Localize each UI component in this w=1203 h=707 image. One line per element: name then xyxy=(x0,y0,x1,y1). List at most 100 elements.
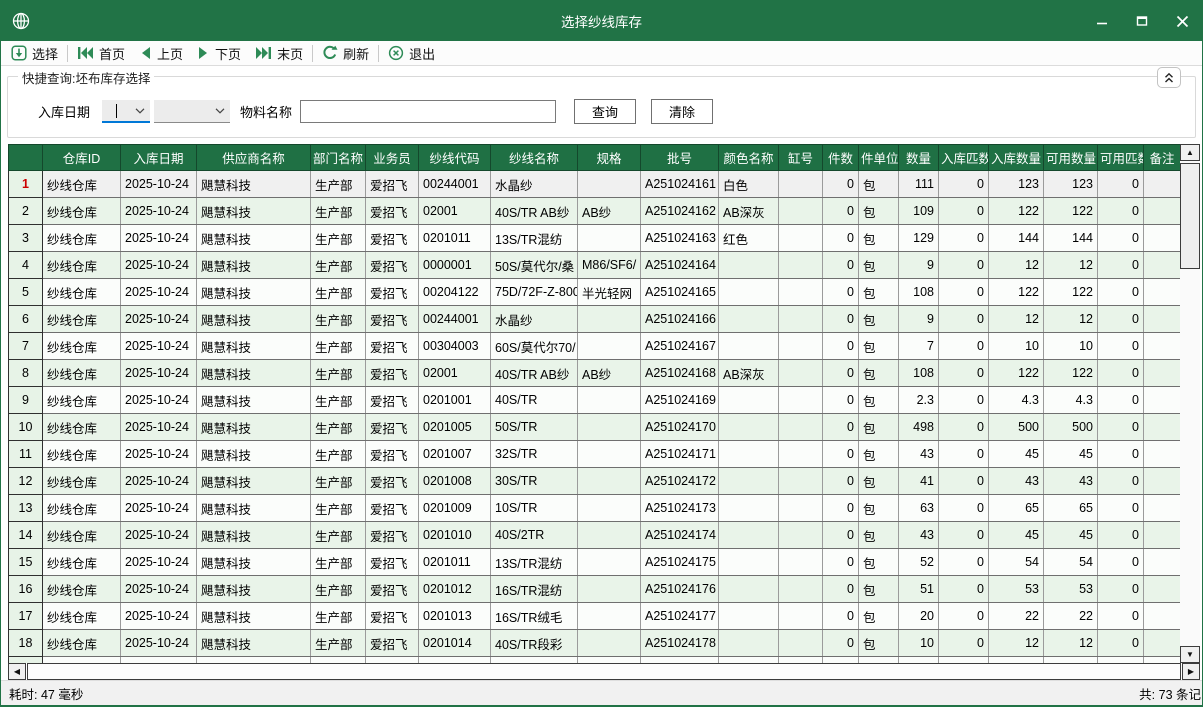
scroll-down-arrow[interactable]: ▼ xyxy=(1180,646,1200,663)
cell[interactable]: 123 xyxy=(1044,171,1098,198)
cell[interactable]: 包 xyxy=(859,576,899,603)
cell[interactable]: 包 xyxy=(859,441,899,468)
first-page-button[interactable]: 首页 xyxy=(70,41,132,65)
cell[interactable]: 10 xyxy=(899,630,939,657)
cell[interactable]: 43 xyxy=(899,522,939,549)
cell[interactable]: 包 xyxy=(859,279,899,306)
cell[interactable]: 0 xyxy=(823,387,859,414)
cell[interactable]: 生产部 xyxy=(311,468,366,495)
column-header[interactable]: 入库匹数 xyxy=(939,145,989,171)
cell[interactable] xyxy=(1144,279,1181,306)
cell[interactable]: 65 xyxy=(989,495,1044,522)
cell[interactable] xyxy=(779,306,823,333)
cell[interactable]: 包 xyxy=(859,387,899,414)
cell[interactable]: 0 xyxy=(823,495,859,522)
cell[interactable]: 2025-10-24 xyxy=(121,306,197,333)
cell[interactable]: 0 xyxy=(939,387,989,414)
cell[interactable]: 4.3 xyxy=(989,387,1044,414)
cell[interactable]: 纱线仓库 xyxy=(43,387,121,414)
row-number[interactable]: 14 xyxy=(9,522,43,549)
search-button[interactable]: 查询 xyxy=(574,99,636,124)
row-number[interactable]: 4 xyxy=(9,252,43,279)
cell[interactable]: A251024173 xyxy=(641,495,719,522)
cell[interactable]: 纱线仓库 xyxy=(43,630,121,657)
cell[interactable]: 12 xyxy=(989,252,1044,279)
cell[interactable]: 129 xyxy=(899,225,939,252)
cell[interactable]: 纱线仓库 xyxy=(43,576,121,603)
row-number[interactable]: 12 xyxy=(9,468,43,495)
cell[interactable]: 包 xyxy=(859,549,899,576)
cell[interactable]: 包 xyxy=(859,414,899,441)
cell[interactable]: 02001 xyxy=(419,360,491,387)
cell[interactable]: 爱招飞 xyxy=(366,225,419,252)
cell[interactable]: 2025-10-24 xyxy=(121,387,197,414)
cell[interactable] xyxy=(1144,198,1181,225)
column-header[interactable]: 业务员 xyxy=(366,145,419,171)
table-row[interactable]: 10纱线仓库2025-10-24飓慧科技生产部爱招飞020100550S/TRA… xyxy=(9,414,1181,441)
cell[interactable]: 纱线仓库 xyxy=(43,414,121,441)
cell[interactable]: 51 xyxy=(899,576,939,603)
cell[interactable]: 飓慧科技 xyxy=(197,468,311,495)
cell[interactable] xyxy=(1144,522,1181,549)
row-number[interactable]: 3 xyxy=(9,225,43,252)
cell[interactable]: 60S/莫代尔70/ xyxy=(491,333,578,360)
cell[interactable]: 爱招飞 xyxy=(366,549,419,576)
cell[interactable]: 飓慧科技 xyxy=(197,333,311,360)
cell[interactable] xyxy=(719,279,779,306)
cell[interactable]: 红色 xyxy=(719,225,779,252)
cell[interactable]: A251024169 xyxy=(641,387,719,414)
cell[interactable] xyxy=(779,171,823,198)
cell[interactable]: 生产部 xyxy=(311,252,366,279)
row-number[interactable]: 18 xyxy=(9,630,43,657)
cell[interactable]: 2025-10-24 xyxy=(121,549,197,576)
cell[interactable]: 0201013 xyxy=(419,603,491,630)
cell[interactable]: 0 xyxy=(939,495,989,522)
cell[interactable]: 0 xyxy=(823,522,859,549)
cell[interactable]: 0 xyxy=(939,441,989,468)
cell[interactable] xyxy=(578,630,641,657)
cell[interactable]: 0 xyxy=(939,306,989,333)
column-header[interactable]: 可用数量 xyxy=(1044,145,1098,171)
cell[interactable] xyxy=(719,306,779,333)
row-number[interactable]: 9 xyxy=(9,387,43,414)
cell[interactable]: 生产部 xyxy=(311,171,366,198)
cell[interactable] xyxy=(779,414,823,441)
table-row[interactable]: 6纱线仓库2025-10-24飓慧科技生产部爱招飞00244001水晶纱A251… xyxy=(9,306,1181,333)
cell[interactable]: 53 xyxy=(989,576,1044,603)
cell[interactable] xyxy=(719,414,779,441)
cell[interactable] xyxy=(1144,468,1181,495)
cell[interactable]: 00244001 xyxy=(419,306,491,333)
cell[interactable]: 爱招飞 xyxy=(366,441,419,468)
cell[interactable]: 包 xyxy=(859,225,899,252)
cell[interactable] xyxy=(1144,333,1181,360)
cell[interactable]: 00204122 xyxy=(419,279,491,306)
cell[interactable]: A251024161 xyxy=(641,171,719,198)
cell[interactable]: 0201007 xyxy=(419,441,491,468)
column-header[interactable]: 纱线名称 xyxy=(491,145,578,171)
cell[interactable]: 0 xyxy=(939,414,989,441)
cell[interactable]: 0 xyxy=(823,630,859,657)
cell[interactable]: 0 xyxy=(939,576,989,603)
horizontal-scrollbar-thumb[interactable] xyxy=(27,663,1181,680)
cell[interactable]: 爱招飞 xyxy=(366,198,419,225)
cell[interactable]: 包 xyxy=(859,468,899,495)
cell[interactable]: 4.3 xyxy=(1044,387,1098,414)
cell[interactable]: 爱招飞 xyxy=(366,414,419,441)
cell[interactable]: 0201014 xyxy=(419,630,491,657)
cell[interactable]: 54 xyxy=(1044,549,1098,576)
cell[interactable]: 500 xyxy=(1044,414,1098,441)
cell[interactable]: 53 xyxy=(1044,576,1098,603)
cell[interactable]: 0 xyxy=(1098,441,1144,468)
cell[interactable]: 123 xyxy=(989,171,1044,198)
cell[interactable]: 75D/72F-Z-800 xyxy=(491,279,578,306)
cell[interactable]: 2025-10-24 xyxy=(121,576,197,603)
cell[interactable]: 水晶纱 xyxy=(491,306,578,333)
cell[interactable]: 2025-10-24 xyxy=(121,252,197,279)
cell[interactable] xyxy=(719,603,779,630)
cell[interactable] xyxy=(1144,576,1181,603)
cell[interactable]: 0201012 xyxy=(419,576,491,603)
cell[interactable]: 0 xyxy=(939,198,989,225)
cell[interactable] xyxy=(1144,171,1181,198)
cell[interactable]: 45 xyxy=(989,522,1044,549)
cell[interactable]: 2.3 xyxy=(899,387,939,414)
